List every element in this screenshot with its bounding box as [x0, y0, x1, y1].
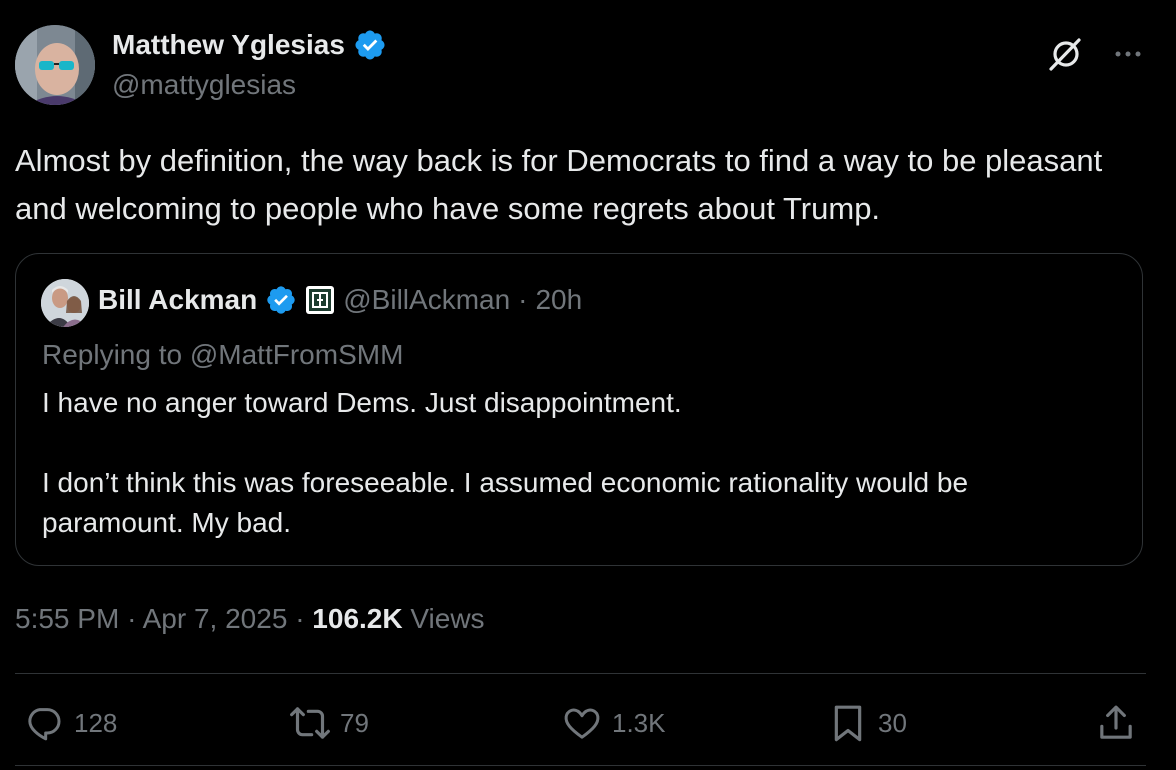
quoted-author-avatar[interactable] [41, 279, 89, 327]
share-button[interactable] [1096, 690, 1136, 756]
quoted-author-handle[interactable]: @BillAckman [343, 284, 510, 316]
quoted-header: Bill Ackman @BillAckman · 20h [98, 284, 582, 316]
more-icon[interactable] [1112, 38, 1144, 70]
reply-icon [28, 708, 61, 741]
views-count: 106.2K [312, 603, 403, 634]
grok-icon[interactable] [1046, 34, 1086, 74]
tweet-time[interactable]: 5:55 PM [15, 603, 119, 634]
author-handle[interactable]: @mattyglesias [112, 69, 296, 101]
quoted-tweet[interactable]: Bill Ackman @BillAckman · 20h Replying t… [15, 253, 1143, 566]
reply-count: 128 [74, 707, 118, 738]
author-avatar[interactable] [15, 25, 95, 105]
quoted-text-paragraph: I have no anger toward Dems. Just disapp… [42, 387, 682, 418]
repost-count: 79 [340, 707, 369, 738]
reply-button[interactable]: 128 [24, 690, 117, 756]
repost-button[interactable]: 79 [290, 690, 369, 756]
quoted-separator: · [518, 284, 528, 315]
verified-badge-icon [355, 30, 385, 60]
author-name-row[interactable]: Matthew Yglesias [112, 28, 387, 62]
quoted-author-name[interactable]: Bill Ackman [98, 284, 257, 316]
action-bar: 128 79 1.3K 30 [0, 690, 1176, 756]
share-icon [1100, 705, 1132, 739]
tweet-text: Almost by definition, the way back is fo… [15, 143, 1103, 226]
quoted-timestamp[interactable]: 20h [535, 284, 582, 316]
affiliation-badge-icon[interactable] [305, 285, 335, 315]
author-name[interactable]: Matthew Yglesias [112, 29, 345, 61]
divider [15, 765, 1146, 766]
bookmark-count: 30 [878, 707, 907, 738]
bookmark-icon [834, 705, 862, 742]
views-label: Views [410, 603, 485, 634]
like-icon [564, 708, 600, 739]
tweet-date[interactable]: Apr 7, 2025 [143, 603, 288, 634]
bookmark-button[interactable]: 30 [828, 690, 907, 756]
quoted-replying-to: Replying to @MattFromSMM [42, 339, 404, 370]
tweet-meta: 5:55 PM · Apr 7, 2025 · 106.2K Views [15, 603, 485, 635]
quoted-text: I have no anger toward Dems. Just disapp… [42, 383, 1102, 543]
like-button[interactable]: 1.3K [562, 690, 666, 756]
verified-badge-icon [267, 286, 295, 314]
meta-separator: · [127, 603, 137, 634]
like-count: 1.3K [612, 707, 666, 738]
meta-separator: · [295, 603, 305, 634]
repost-icon [290, 707, 330, 739]
quoted-text-paragraph: I don’t think this was foreseeable. I as… [42, 467, 969, 538]
divider [15, 673, 1146, 674]
